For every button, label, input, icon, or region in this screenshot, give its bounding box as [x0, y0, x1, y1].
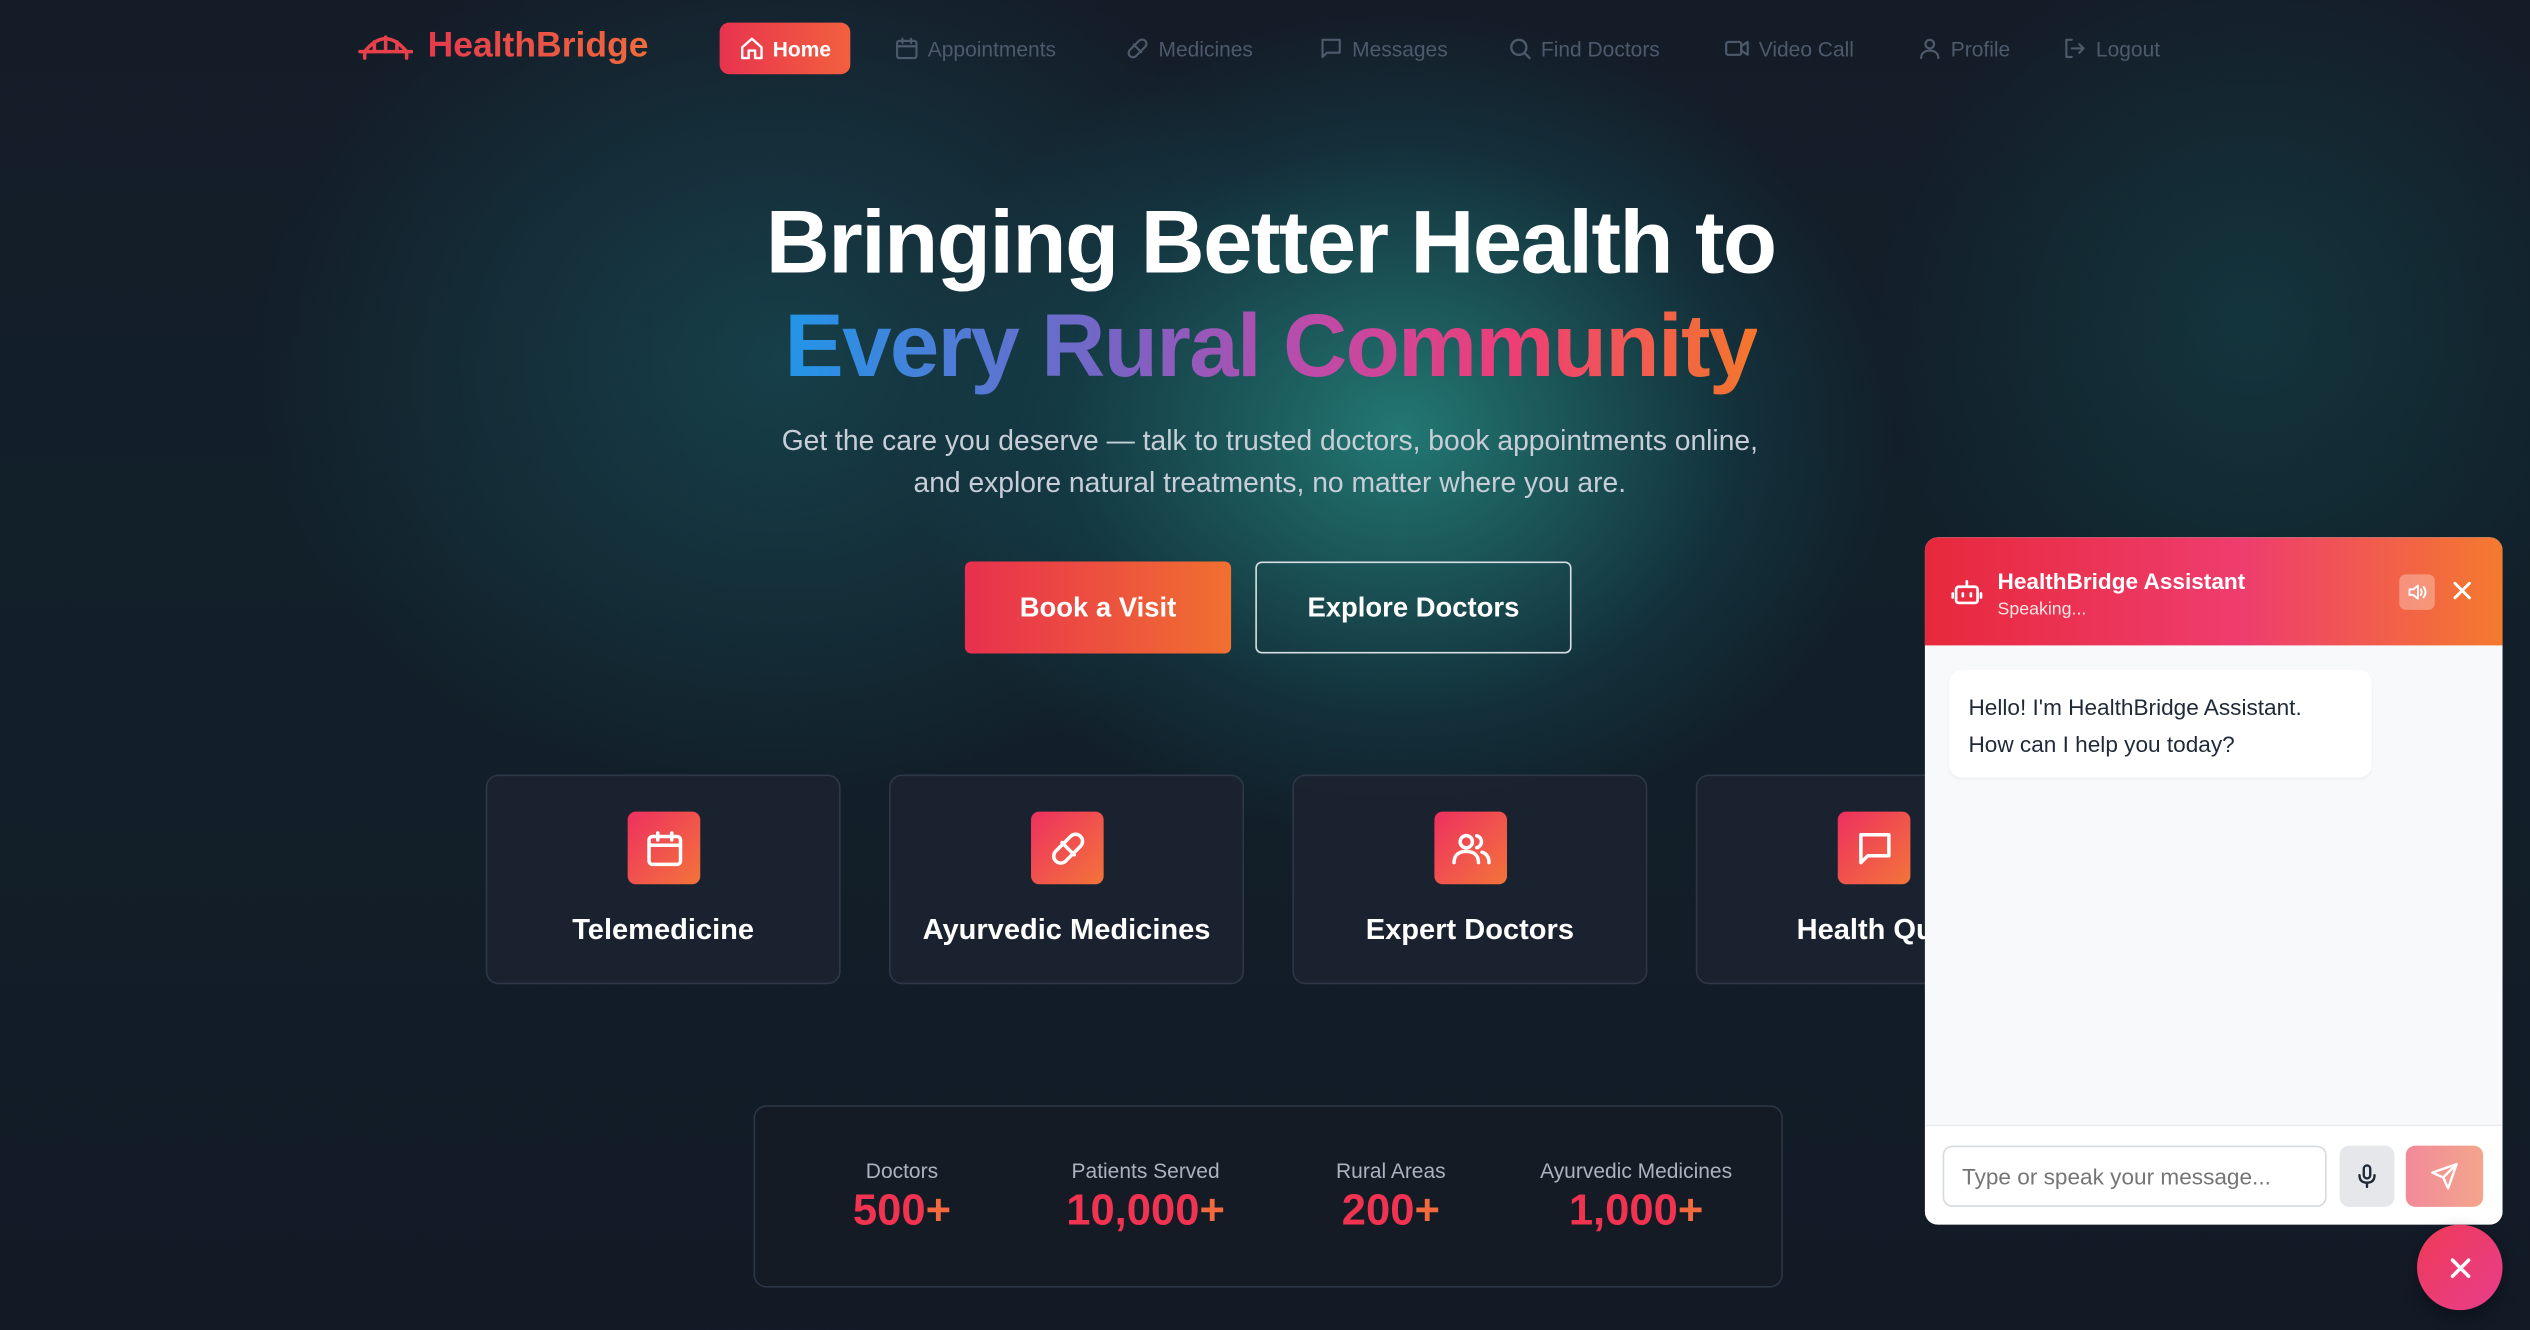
- assistant-message: Hello! I'm HealthBridge Assistant. How c…: [1949, 669, 2372, 778]
- feature-card-telemedicine[interactable]: Telemedicine: [485, 774, 841, 985]
- nav-find-doctors[interactable]: Find Doctors: [1507, 23, 1660, 75]
- message-icon: [1837, 811, 1911, 885]
- users-icon: [1434, 811, 1508, 885]
- mic-button[interactable]: [2339, 1145, 2395, 1207]
- stat-label: Rural Areas: [1336, 1158, 1446, 1183]
- top-nav: HealthBridge Home Appointments Medicines…: [0, 0, 2530, 94]
- nav-find-doctors-label: Find Doctors: [1540, 36, 1660, 61]
- send-icon: [2431, 1162, 2458, 1190]
- bridge-icon: [358, 35, 414, 60]
- pill-icon: [1031, 811, 1104, 885]
- home-icon: [740, 37, 763, 60]
- user-icon: [1920, 38, 1940, 60]
- explore-doctors-button[interactable]: Explore Doctors: [1255, 561, 1572, 654]
- stat-doctors: Doctors 500+: [781, 1158, 1023, 1235]
- stat-value: 500+: [852, 1185, 952, 1235]
- nav-medicines-label: Medicines: [1158, 36, 1253, 61]
- nav-profile-label: Profile: [1950, 36, 2011, 61]
- hero-title-line1: Bringing Better Health to: [765, 192, 1777, 293]
- message-icon: [1321, 38, 1341, 59]
- chat-message-input[interactable]: [1942, 1145, 2327, 1207]
- feature-card-ayurvedic[interactable]: Ayurvedic Medicines: [889, 774, 1245, 985]
- chat-toggle-button[interactable]: [2417, 1224, 2503, 1311]
- feature-label: Ayurvedic Medicines: [922, 913, 1211, 946]
- chat-header: HealthBridge Assistant Speaking...: [1924, 537, 2503, 646]
- nav-profile[interactable]: Profile: [1917, 23, 2010, 75]
- chat-input-bar: [1924, 1124, 2503, 1225]
- stat-value: 10,000+: [1066, 1185, 1225, 1235]
- nav-video-call-label: Video Call: [1758, 36, 1854, 61]
- nav-home[interactable]: Home: [719, 22, 851, 75]
- stat-value: 1,000+: [1568, 1185, 1704, 1235]
- brand-name: HealthBridge: [427, 24, 649, 65]
- book-visit-button[interactable]: Book a Visit: [964, 561, 1232, 654]
- logout-icon: [2065, 38, 2085, 59]
- mic-icon: [2358, 1164, 2376, 1189]
- stat-value: 200+: [1341, 1185, 1440, 1235]
- nav-messages[interactable]: Messages: [1318, 23, 1448, 75]
- speaker-icon[interactable]: [2399, 574, 2435, 610]
- nav-logout-label: Logout: [2095, 36, 2161, 61]
- calendar-icon: [896, 37, 918, 60]
- stat-label: Doctors: [865, 1158, 939, 1183]
- pill-icon: [1127, 38, 1148, 59]
- search-icon: [1510, 38, 1531, 60]
- stat-label: Ayurvedic Medicines: [1540, 1158, 1733, 1183]
- bot-icon: [1951, 580, 1983, 605]
- hero-title: Bringing Better Health to Every Rural Co…: [0, 190, 2530, 397]
- chat-status: Speaking...: [1997, 600, 2087, 620]
- close-icon[interactable]: [2448, 576, 2477, 605]
- nav-appointments[interactable]: Appointments: [894, 23, 1056, 75]
- close-icon: [2449, 1257, 2470, 1278]
- feature-label: Expert Doctors: [1365, 913, 1574, 946]
- calendar-icon: [627, 811, 701, 885]
- feature-card-expert-doctors[interactable]: Expert Doctors: [1292, 774, 1648, 985]
- nav-medicines[interactable]: Medicines: [1125, 23, 1253, 75]
- chat-title: HealthBridge Assistant: [1997, 567, 2246, 594]
- nav-appointments-label: Appointments: [927, 36, 1057, 61]
- video-icon: [1725, 40, 1749, 56]
- chat-widget: HealthBridge Assistant Speaking... Hello…: [1924, 537, 2503, 1225]
- nav-logout[interactable]: Logout: [2062, 23, 2160, 75]
- nav-video-call[interactable]: Video Call: [1723, 23, 1854, 75]
- feature-label: Telemedicine: [572, 913, 755, 946]
- hero-subtitle: Get the care you deserve — talk to trust…: [781, 424, 1758, 499]
- brand-logo[interactable]: HealthBridge: [358, 24, 649, 66]
- stat-label: Patients Served: [1071, 1158, 1220, 1183]
- stat-patients: Patients Served 10,000+: [1025, 1158, 1267, 1235]
- send-button[interactable]: [2405, 1145, 2484, 1207]
- stat-rural-areas: Rural Areas 200+: [1270, 1158, 1512, 1235]
- hero-title-line2: Every Rural Community: [784, 295, 1759, 396]
- stats-panel: Doctors 500+ Patients Served 10,000+ Rur…: [753, 1105, 1783, 1288]
- stat-medicines: Ayurvedic Medicines 1,000+: [1515, 1158, 1757, 1235]
- nav-home-label: Home: [772, 36, 832, 61]
- nav-messages-label: Messages: [1352, 36, 1448, 61]
